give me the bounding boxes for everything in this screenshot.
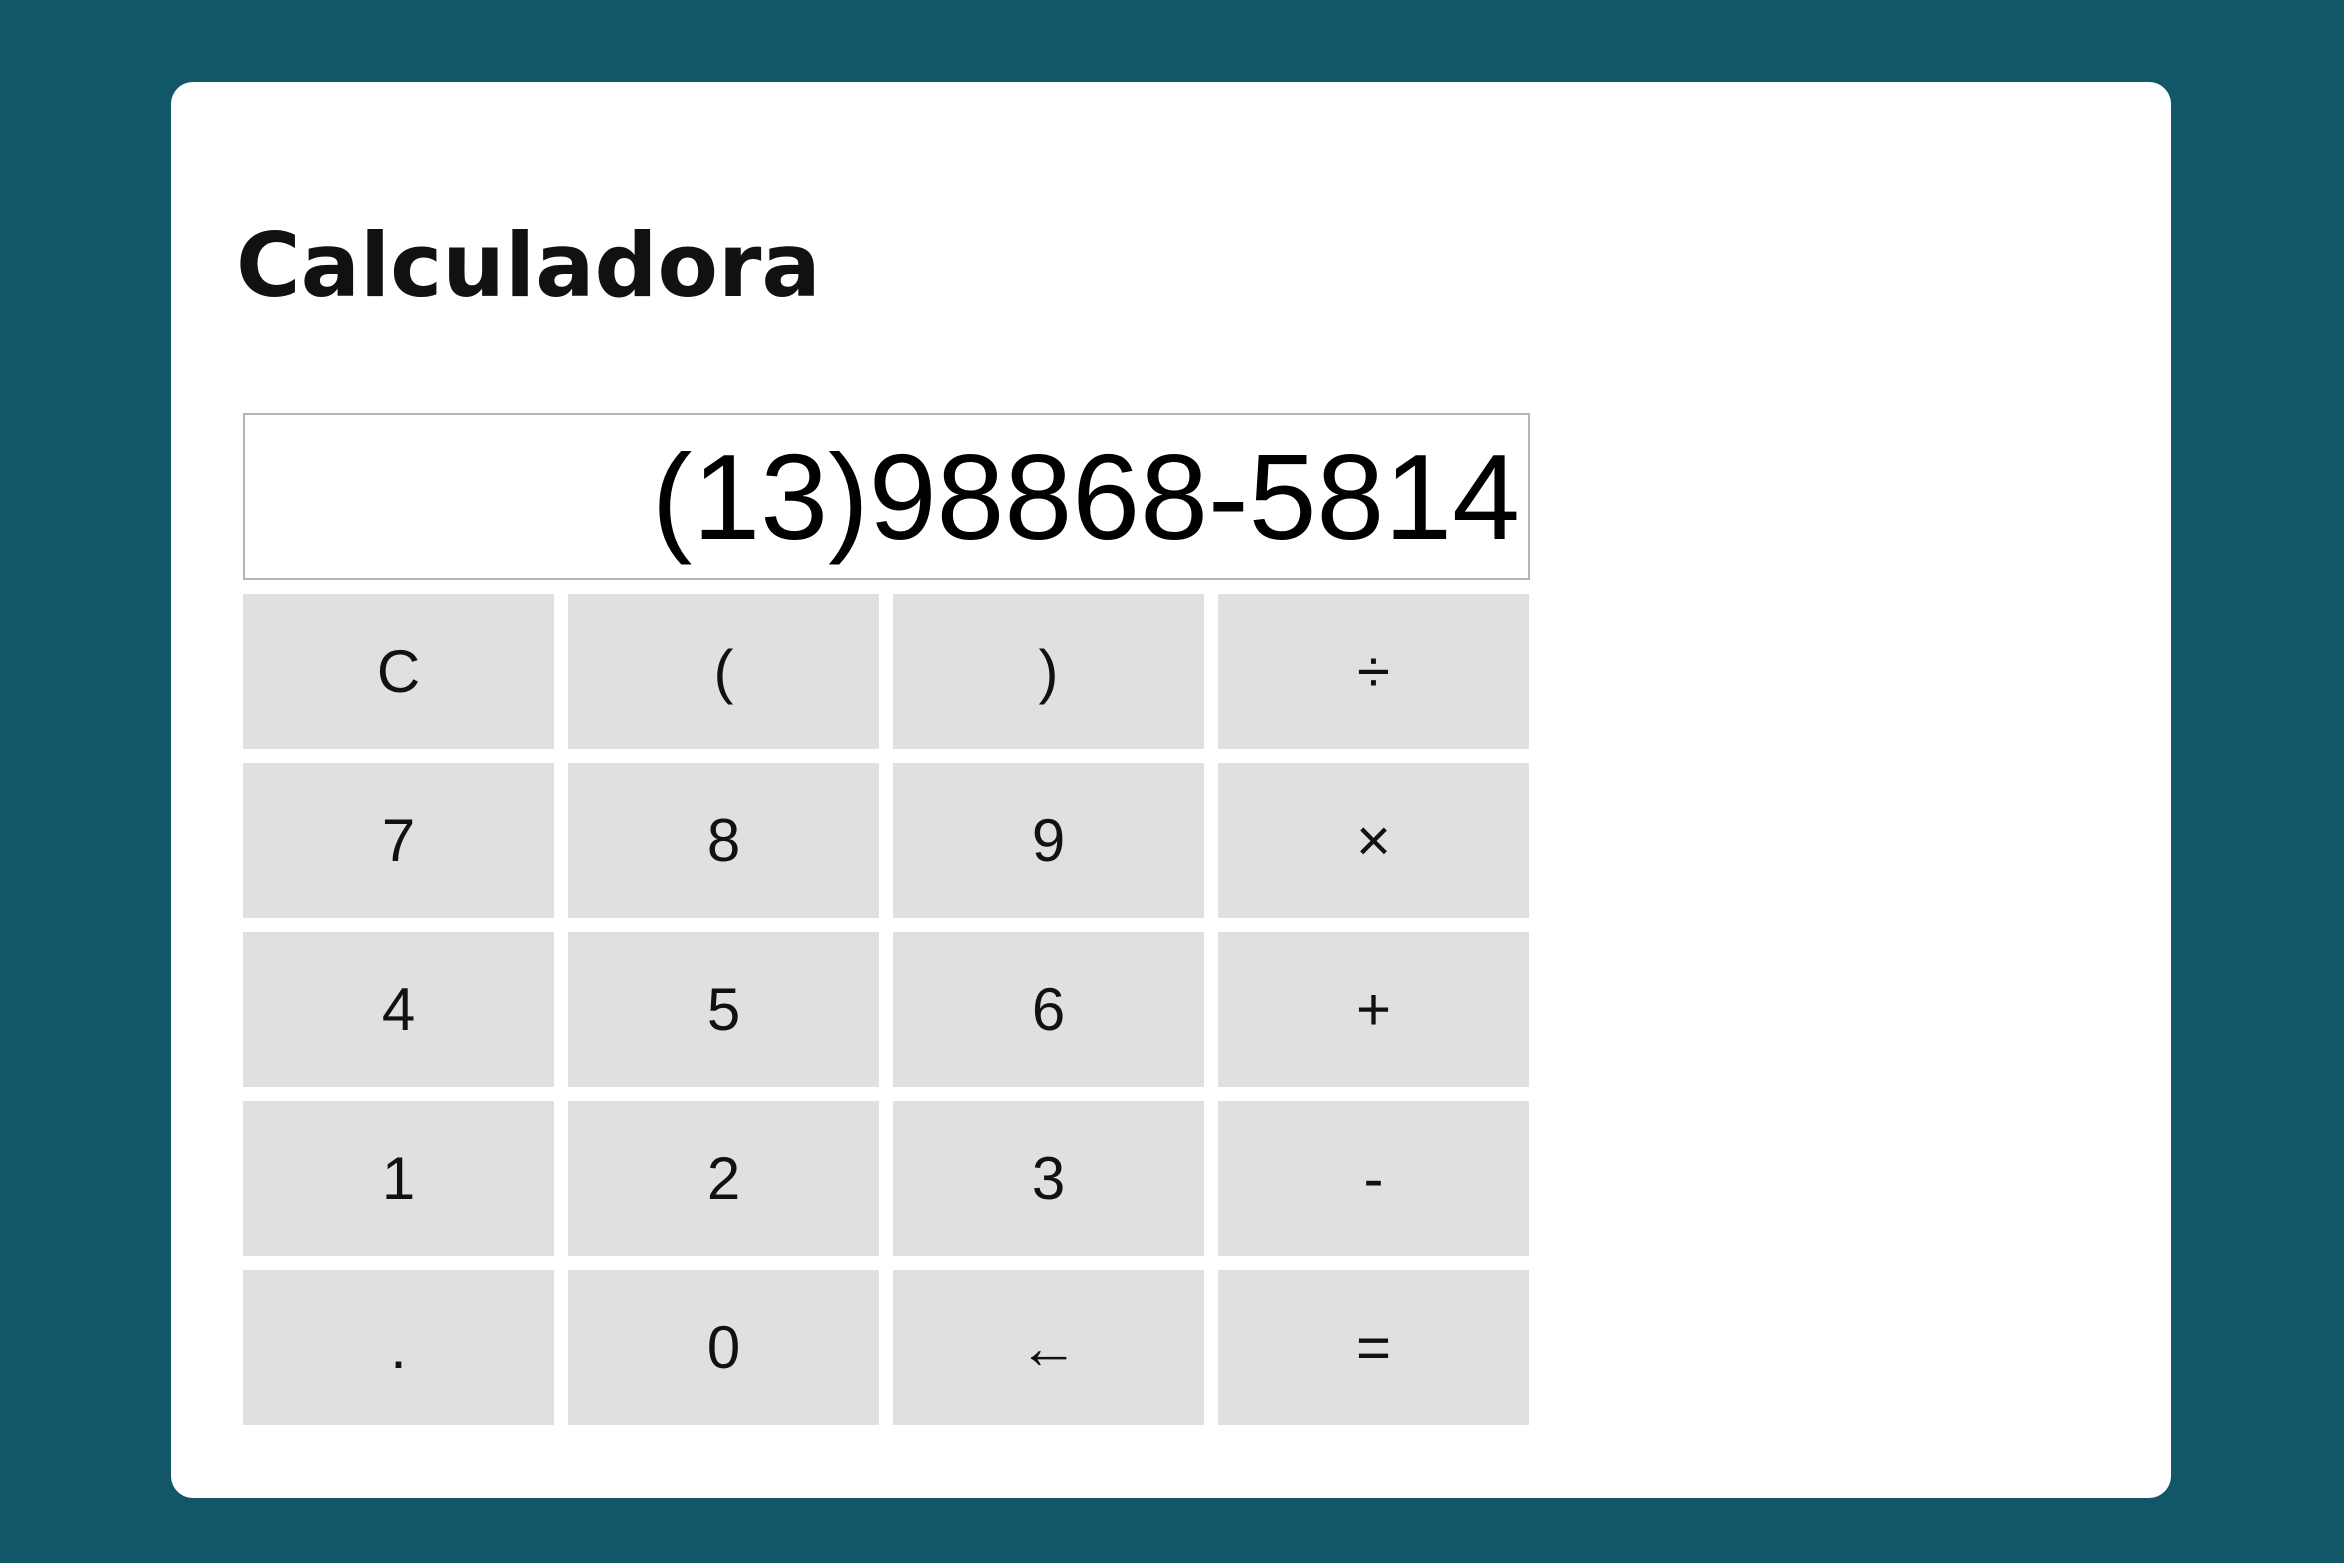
page-title: Calculadora [236, 214, 821, 317]
key-6-button[interactable]: 6 [893, 932, 1204, 1087]
key-subtract-button[interactable]: - [1218, 1101, 1529, 1256]
key-5-button[interactable]: 5 [568, 932, 879, 1087]
key-7-button[interactable]: 7 [243, 763, 554, 918]
key-9-button[interactable]: 9 [893, 763, 1204, 918]
key-equals-button[interactable]: = [1218, 1270, 1529, 1425]
key-divide-button[interactable]: ÷ [1218, 594, 1529, 749]
key-close-paren-button[interactable]: ) [893, 594, 1204, 749]
calculator-display[interactable] [243, 413, 1530, 580]
key-backspace-button[interactable]: ← [893, 1270, 1204, 1425]
key-2-button[interactable]: 2 [568, 1101, 879, 1256]
key-clear-button[interactable]: C [243, 594, 554, 749]
key-0-button[interactable]: 0 [568, 1270, 879, 1425]
key-8-button[interactable]: 8 [568, 763, 879, 918]
key-open-paren-button[interactable]: ( [568, 594, 879, 749]
key-1-button[interactable]: 1 [243, 1101, 554, 1256]
key-4-button[interactable]: 4 [243, 932, 554, 1087]
calculator-card: Calculadora C()÷ 789× 456+123-.0←= [171, 82, 2171, 1498]
key-3-button[interactable]: 3 [893, 1101, 1204, 1256]
key-multiply-button[interactable]: × [1218, 763, 1529, 918]
keypad: C() ÷ 7 8 9 × 4 5 6 +1 2 3-. 0 ← = [243, 594, 1530, 1425]
key-decimal-button[interactable]: . [243, 1270, 554, 1425]
key-add-button[interactable]: + [1218, 932, 1529, 1087]
